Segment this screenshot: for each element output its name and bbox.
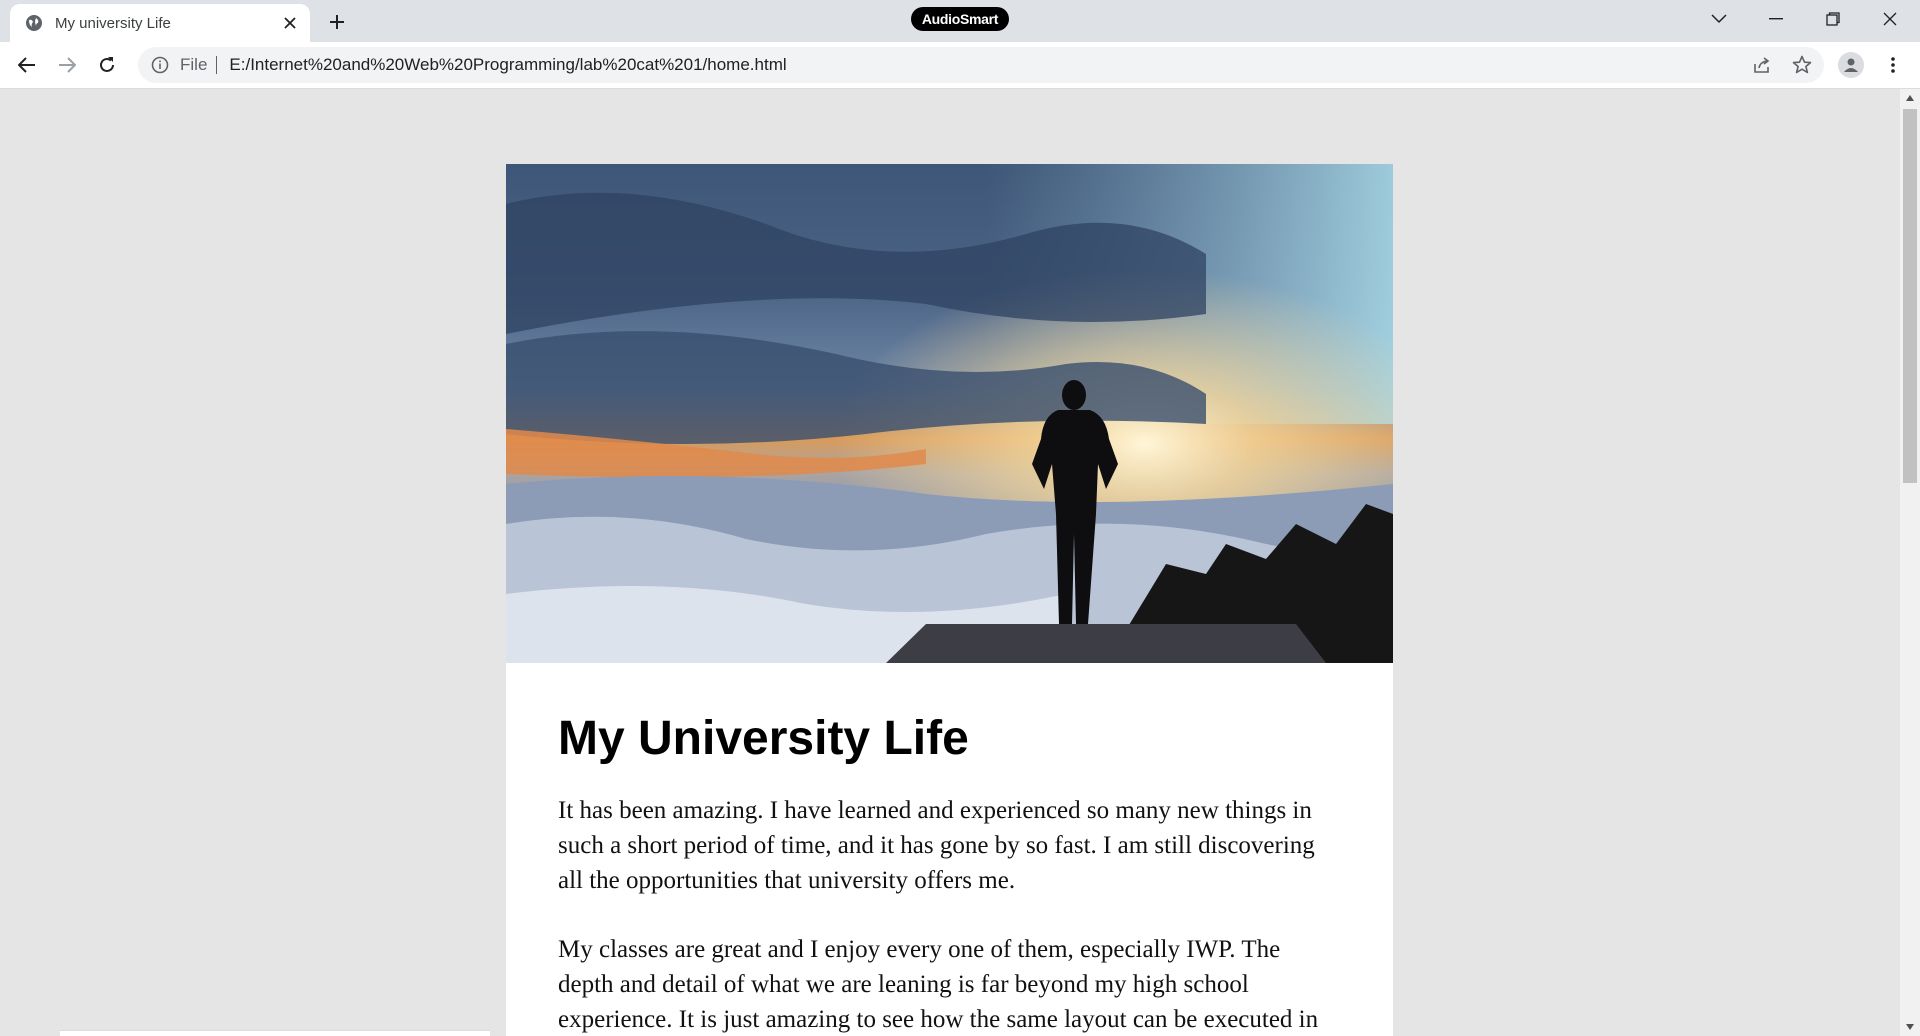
kebab-menu-icon	[1891, 57, 1895, 73]
content-card: My University Life It has been amazing. …	[506, 164, 1393, 1036]
toolbar: File E:/Internet%20and%20Web%20Programmi…	[0, 42, 1920, 89]
scroll-down-icon[interactable]	[1900, 1018, 1920, 1036]
scroll-up-icon[interactable]	[1900, 89, 1920, 107]
restore-icon	[1826, 12, 1840, 26]
scrollbar-thumb[interactable]	[1903, 109, 1917, 483]
reload-icon	[100, 57, 114, 72]
browser-window: My university Life AudioSmart File E:/In…	[0, 0, 1920, 1036]
page-viewport: My University Life It has been amazing. …	[0, 89, 1900, 1036]
page-title: My University Life	[558, 712, 969, 765]
paragraph-2: My classes are great and I enjoy every o…	[558, 936, 1319, 1033]
profile-button[interactable]	[1838, 52, 1864, 78]
star-icon[interactable]	[1792, 55, 1812, 75]
info-icon[interactable]	[150, 55, 170, 75]
close-icon	[1883, 12, 1897, 26]
hero-image	[506, 164, 1393, 663]
reload-button[interactable]	[91, 49, 123, 81]
download-shelf-edge	[60, 1030, 490, 1036]
audiosmart-badge[interactable]: AudioSmart	[911, 7, 1009, 31]
tab-strip: My university Life AudioSmart	[0, 0, 1920, 42]
close-icon[interactable]	[280, 13, 300, 33]
paragraph-1: It has been amazing. I have learned and …	[558, 797, 1315, 894]
tab-title: My university Life	[55, 14, 171, 32]
profile-icon	[1844, 58, 1858, 72]
tab-search-button[interactable]	[1691, 0, 1747, 38]
url-text[interactable]: E:/Internet%20and%20Web%20Programming/la…	[229, 55, 786, 75]
globe-icon	[25, 14, 43, 32]
browser-menu-button[interactable]	[1880, 52, 1906, 78]
omnibox-divider	[216, 56, 218, 74]
forward-button[interactable]	[51, 49, 83, 81]
vertical-scrollbar[interactable]	[1900, 89, 1920, 1036]
article: My University Life It has been amazing. …	[506, 663, 1393, 1036]
share-icon[interactable]	[1752, 55, 1772, 75]
back-button[interactable]	[11, 49, 43, 81]
close-window-button[interactable]	[1862, 0, 1918, 38]
tab-my-university-life[interactable]: My university Life	[10, 4, 310, 42]
address-bar[interactable]: File E:/Internet%20and%20Web%20Programmi…	[138, 47, 1824, 83]
back-arrow-icon	[18, 57, 35, 73]
chevron-down-icon	[1711, 14, 1727, 24]
new-tab-button[interactable]	[324, 9, 350, 35]
file-scheme-label: File	[180, 55, 208, 74]
minimize-button[interactable]	[1748, 0, 1804, 38]
plus-icon	[330, 15, 344, 29]
forward-arrow-icon	[59, 57, 76, 73]
restore-button[interactable]	[1805, 0, 1861, 38]
minimize-icon	[1769, 18, 1783, 20]
